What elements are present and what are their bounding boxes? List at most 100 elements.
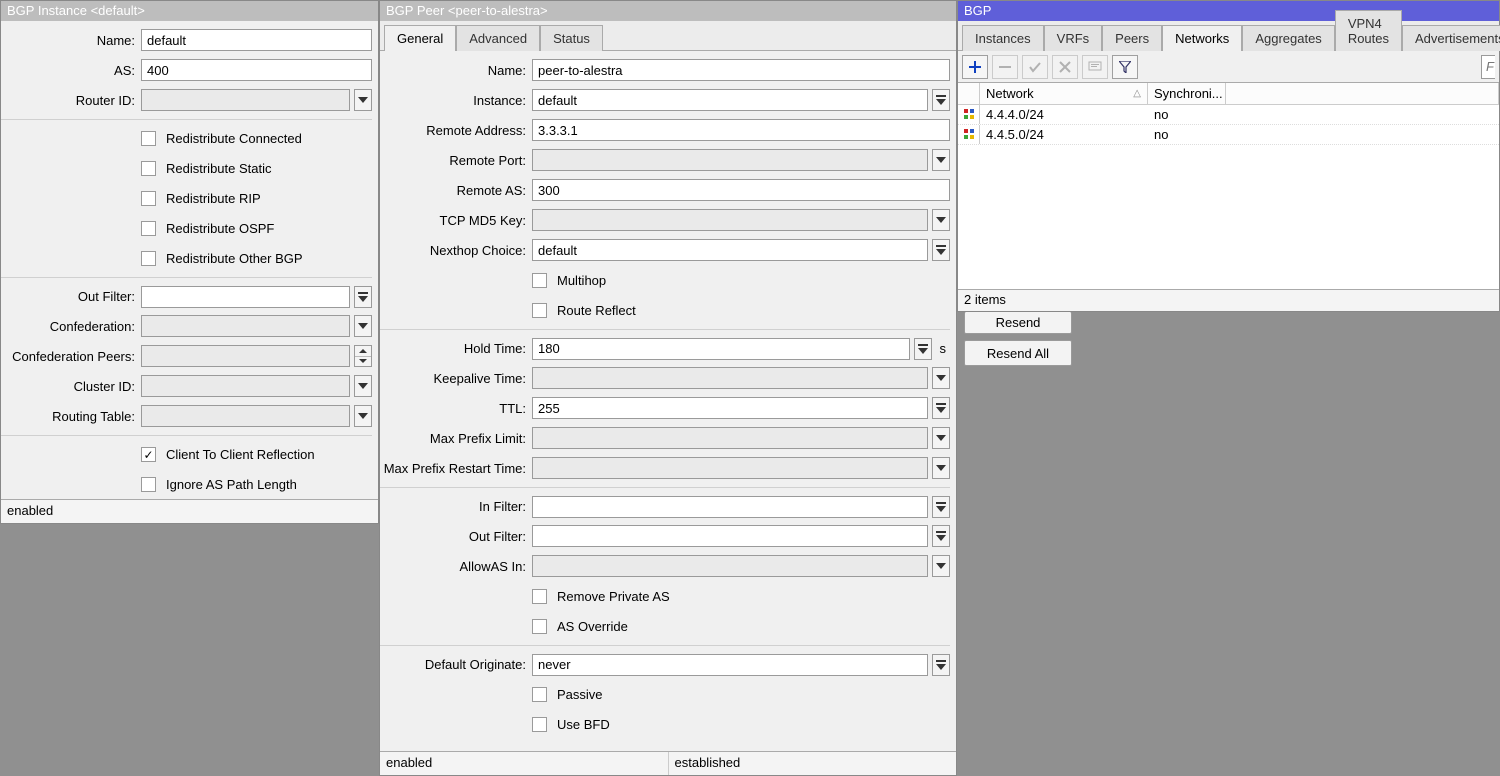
network-row[interactable]: 4.4.5.0/24no	[958, 125, 1499, 145]
peer-outfilter-input[interactable]	[532, 525, 928, 547]
peer-maxprefix-dropdown[interactable]	[932, 427, 950, 449]
instance-clusterid-dropdown[interactable]	[354, 375, 372, 397]
bgp-titlebar[interactable]: BGP	[958, 1, 1499, 21]
peer-name-input[interactable]	[532, 59, 950, 81]
bgp-peer-window: BGP Peer <peer-to-alestra> General Advan…	[379, 0, 957, 776]
bgp-tab-vpn4-routes[interactable]: VPN4 Routes	[1335, 10, 1402, 51]
peer-maxprefixrestart-dropdown[interactable]	[932, 457, 950, 479]
tab-advanced[interactable]: Advanced	[456, 25, 540, 51]
peer-nexthop-dropdown[interactable]	[932, 239, 950, 261]
multihop-checkbox[interactable]	[532, 273, 547, 288]
bgp-tab-advertisements[interactable]: Advertisements	[1402, 25, 1500, 51]
redist-static-checkbox[interactable]	[141, 161, 156, 176]
tab-general[interactable]: General	[384, 25, 456, 51]
peer-infilter-expand[interactable]	[932, 496, 950, 518]
enable-button[interactable]	[1022, 55, 1048, 79]
label-infilter: In Filter:	[380, 499, 532, 514]
network-cell: 4.4.5.0/24	[980, 125, 1148, 144]
bgp-tab-vrfs[interactable]: VRFs	[1044, 25, 1103, 51]
instance-routingtable-dropdown[interactable]	[354, 405, 372, 427]
peer-keepalive-dropdown[interactable]	[932, 367, 950, 389]
peer-allowasin-dropdown[interactable]	[932, 555, 950, 577]
instance-status: enabled	[1, 500, 378, 523]
peer-deforig-dropdown[interactable]	[932, 654, 950, 676]
peer-maxprefix-input[interactable]	[532, 427, 928, 449]
instance-routerid-dropdown[interactable]	[354, 89, 372, 111]
bgp-tab-aggregates[interactable]: Aggregates	[1242, 25, 1335, 51]
redist-connected-label: Redistribute Connected	[166, 131, 302, 146]
comment-button[interactable]	[1082, 55, 1108, 79]
tab-status[interactable]: Status	[540, 25, 603, 51]
find-input[interactable]: F	[1481, 55, 1495, 79]
instance-name-input[interactable]	[141, 29, 372, 51]
instance-confed-dropdown[interactable]	[354, 315, 372, 337]
sort-indicator-icon: △	[1133, 88, 1141, 99]
bgp-instance-titlebar[interactable]: BGP Instance <default>	[1, 1, 378, 21]
remove-button[interactable]	[992, 55, 1018, 79]
peer-keepalive-input[interactable]	[532, 367, 928, 389]
instance-outfilter-expand[interactable]	[354, 286, 372, 308]
routereflect-checkbox[interactable]	[532, 303, 547, 318]
peer-ttl-dropdown[interactable]	[932, 397, 950, 419]
peer-remoteaddr-input[interactable]	[532, 119, 950, 141]
instance-confedpeers-input[interactable]	[141, 345, 350, 367]
peer-instance-input[interactable]	[532, 89, 928, 111]
redist-ospf-checkbox[interactable]	[141, 221, 156, 236]
redist-rip-checkbox[interactable]	[141, 191, 156, 206]
peer-nexthop-input[interactable]	[532, 239, 928, 261]
ignore-aspath-checkbox[interactable]	[141, 477, 156, 492]
peer-tcpmd5-dropdown[interactable]	[932, 209, 950, 231]
peer-outfilter-expand[interactable]	[932, 525, 950, 547]
network-icon	[964, 109, 973, 120]
peer-infilter-input[interactable]	[532, 496, 928, 518]
col-sync[interactable]: Synchroni...	[1148, 83, 1226, 104]
sync-cell: no	[1148, 105, 1226, 124]
passive-checkbox[interactable]	[532, 687, 547, 702]
peer-instance-dropdown[interactable]	[932, 89, 950, 111]
sync-cell: no	[1148, 125, 1226, 144]
remove-private-as-checkbox[interactable]	[532, 589, 547, 604]
instance-routingtable-input[interactable]	[141, 405, 350, 427]
label-remote-port: Remote Port:	[380, 153, 532, 168]
resend-all-button[interactable]: Resend All	[964, 340, 1072, 366]
add-button[interactable]	[962, 55, 988, 79]
instance-routerid-input[interactable]	[141, 89, 350, 111]
label-routerid: Router ID:	[1, 93, 141, 108]
redist-otherbgp-label: Redistribute Other BGP	[166, 251, 303, 266]
as-override-checkbox[interactable]	[532, 619, 547, 634]
instance-outfilter-input[interactable]	[141, 286, 350, 308]
instance-confedpeers-spin[interactable]	[354, 345, 372, 367]
bgp-tab-peers[interactable]: Peers	[1102, 25, 1162, 51]
instance-as-input[interactable]	[141, 59, 372, 81]
networks-grid[interactable]: Network△ Synchroni... 4.4.4.0/24no4.4.5.…	[958, 83, 1499, 289]
disable-button[interactable]	[1052, 55, 1078, 79]
label-tcpmd5: TCP MD5 Key:	[380, 213, 532, 228]
peer-remoteas-input[interactable]	[532, 179, 950, 201]
network-row[interactable]: 4.4.4.0/24no	[958, 105, 1499, 125]
instance-confed-input[interactable]	[141, 315, 350, 337]
usebfd-checkbox[interactable]	[532, 717, 547, 732]
client-to-client-checkbox[interactable]	[141, 447, 156, 462]
peer-deforig-input[interactable]	[532, 654, 928, 676]
label-holdtime: Hold Time:	[380, 341, 532, 356]
resend-button[interactable]: Resend	[964, 312, 1072, 334]
instance-clusterid-input[interactable]	[141, 375, 350, 397]
peer-holdtime-input[interactable]	[532, 338, 910, 360]
bgp-peer-titlebar[interactable]: BGP Peer <peer-to-alestra>	[380, 1, 956, 21]
label-nexthop: Nexthop Choice:	[380, 243, 532, 258]
peer-maxprefixrestart-input[interactable]	[532, 457, 928, 479]
peer-holdtime-dropdown[interactable]	[914, 338, 932, 360]
peer-status-left: enabled	[380, 752, 669, 775]
label-maxprefixrestart: Max Prefix Restart Time:	[380, 461, 532, 476]
filter-button[interactable]	[1112, 55, 1138, 79]
bgp-tab-networks[interactable]: Networks	[1162, 25, 1242, 51]
bgp-tab-instances[interactable]: Instances	[962, 25, 1044, 51]
bgp-instance-window: BGP Instance <default> Name: AS: Router …	[0, 0, 379, 524]
peer-allowasin-input[interactable]	[532, 555, 928, 577]
redist-otherbgp-checkbox[interactable]	[141, 251, 156, 266]
peer-remoteport-dropdown[interactable]	[932, 149, 950, 171]
peer-tcpmd5-input[interactable]	[532, 209, 928, 231]
redist-connected-checkbox[interactable]	[141, 131, 156, 146]
peer-remoteport-input[interactable]	[532, 149, 928, 171]
peer-ttl-input[interactable]	[532, 397, 928, 419]
